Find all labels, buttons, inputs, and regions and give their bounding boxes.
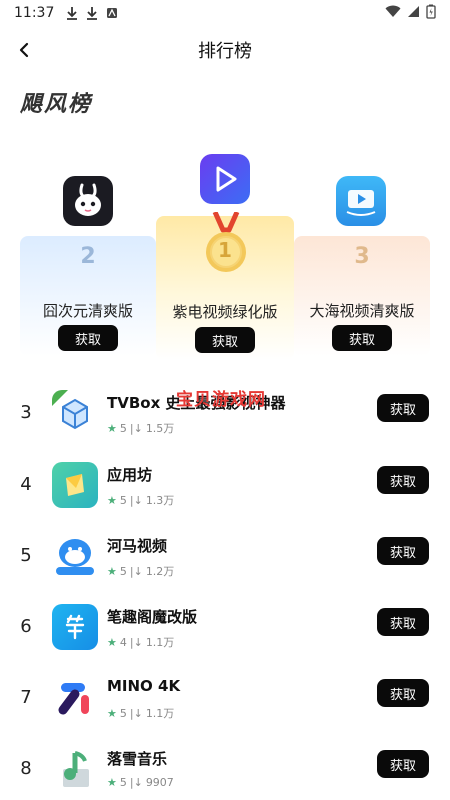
purple-play-app-icon[interactable] xyxy=(200,154,250,204)
rank-number: 8 xyxy=(20,758,32,779)
rating: 4 xyxy=(119,635,127,649)
app-meta: ★ 5 |↓ 1.5万 xyxy=(107,420,174,436)
download-count: 1.2万 xyxy=(145,565,175,578)
mino-app-icon xyxy=(52,675,98,721)
podium-app-name: 紫电视频绿化版 xyxy=(172,303,278,321)
rating: 5 xyxy=(119,776,127,789)
get-button[interactable]: 获取 xyxy=(195,327,255,353)
signal-icon xyxy=(407,5,420,22)
get-button[interactable]: 获取 xyxy=(377,466,429,494)
star-icon: ★ xyxy=(107,776,117,789)
star-icon: ★ xyxy=(107,635,117,649)
rank-number: 6 xyxy=(20,616,32,637)
yingyongfang-app-icon xyxy=(52,462,98,508)
app-meta: ★ 5 |↓ 1.2万 xyxy=(107,563,174,579)
blue-tv-app-icon[interactable] xyxy=(336,176,386,226)
app-meta: ★ 5 |↓ 1.1万 xyxy=(107,705,174,721)
get-button[interactable]: 获取 xyxy=(377,394,429,422)
app-name: 笔趣阁魔改版 xyxy=(107,608,198,626)
pen-book-app-icon xyxy=(52,604,98,650)
podium-rank-label: 3 xyxy=(354,244,370,269)
section-title: 飓风榜 xyxy=(20,92,93,117)
star-icon: ★ xyxy=(107,421,117,435)
podium-app-name: 大海视频清爽版 xyxy=(309,302,415,320)
app-name: MINO 4K xyxy=(107,677,181,695)
watermark-text: 宝贝游戏网 xyxy=(176,390,266,410)
get-button[interactable]: 获取 xyxy=(377,537,429,565)
back-button[interactable] xyxy=(8,34,40,66)
rating: 5 xyxy=(119,421,127,435)
list-item[interactable]: 8 落雪音乐 ★ 5 |↓ 9907 获取 xyxy=(0,736,450,800)
get-button[interactable]: 获取 xyxy=(332,325,392,351)
download-count-icon: |↓ xyxy=(129,421,143,435)
list-item[interactable]: 7 MINO 4K ★ 5 |↓ 1.1万 获取 xyxy=(0,665,450,735)
download-count-icon: |↓ xyxy=(129,635,143,649)
download-count-icon: |↓ xyxy=(129,776,143,789)
chevron-left-icon xyxy=(19,42,29,58)
download-count: 1.5万 xyxy=(145,422,175,435)
list-item[interactable]: 4 应用坊 ★ 5 |↓ 1.3万 获取 xyxy=(0,452,450,522)
rank-number: 7 xyxy=(20,687,32,708)
hippo-app-icon xyxy=(52,533,98,579)
app-meta: ★ 4 |↓ 1.1万 xyxy=(107,634,174,650)
get-button[interactable]: 获取 xyxy=(58,325,118,351)
notification-app-icon xyxy=(104,5,120,21)
app-meta: ★ 5 |↓ 9907 xyxy=(107,776,174,789)
tvbox-app-icon xyxy=(52,390,98,436)
star-icon: ★ xyxy=(107,493,117,507)
star-icon: ★ xyxy=(107,564,117,578)
rank-number: 4 xyxy=(20,474,32,495)
podium-app-name: 囧次元清爽版 xyxy=(42,302,133,320)
star-icon: ★ xyxy=(107,706,117,720)
rank-number: 3 xyxy=(20,402,32,423)
app-name: 落雪音乐 xyxy=(107,750,168,768)
download-count: 9907 xyxy=(145,776,174,789)
rank-number: 5 xyxy=(20,545,32,566)
list-item[interactable]: 6 笔趣阁魔改版 ★ 4 |↓ 1.1万 获取 xyxy=(0,594,450,664)
get-button[interactable]: 获取 xyxy=(377,608,429,636)
download-count: 1.3万 xyxy=(145,494,175,507)
get-button[interactable]: 获取 xyxy=(377,750,429,778)
top-three-podium: 2 囧次元清爽版 获取 1 紫电视频绿化版 获取 3 大海视频清爽版 获取 xyxy=(20,150,430,360)
list-item[interactable]: 5 河马视频 ★ 5 |↓ 1.2万 获取 xyxy=(0,523,450,593)
status-bar: 11:37 xyxy=(0,0,450,26)
rating: 5 xyxy=(119,564,127,578)
page-title: 排行榜 xyxy=(198,41,252,62)
download-count-icon: |↓ xyxy=(129,706,143,720)
status-time: 11:37 xyxy=(14,5,55,21)
download-count: 1.1万 xyxy=(145,707,175,720)
top-nav: 排行榜 xyxy=(0,30,450,70)
app-name: 河马视频 xyxy=(107,537,168,555)
download-count: 1.1万 xyxy=(145,636,175,649)
battery-icon xyxy=(426,4,436,23)
download-icon xyxy=(84,5,100,21)
music-note-app-icon xyxy=(52,746,98,792)
bunny-app-icon[interactable] xyxy=(63,176,113,226)
download-count-icon: |↓ xyxy=(129,564,143,578)
download-icon xyxy=(64,5,80,21)
rating: 5 xyxy=(119,493,127,507)
download-count-icon: |↓ xyxy=(129,493,143,507)
podium-rank-label: 2 xyxy=(80,244,96,269)
app-name: 应用坊 xyxy=(107,466,153,484)
podium-rank-label: 1 xyxy=(218,238,232,262)
rating: 5 xyxy=(119,706,127,720)
wifi-icon xyxy=(385,5,401,22)
app-meta: ★ 5 |↓ 1.3万 xyxy=(107,492,174,508)
get-button[interactable]: 获取 xyxy=(377,679,429,707)
